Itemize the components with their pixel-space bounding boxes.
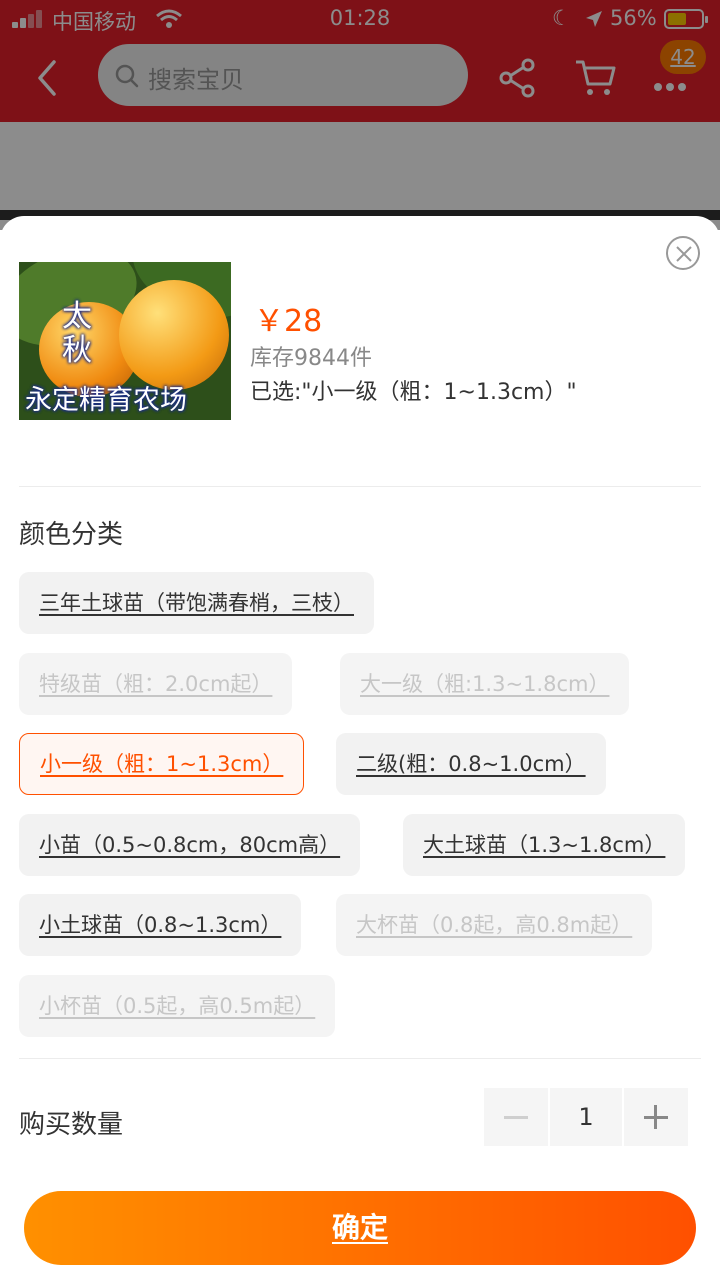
spec-option: 大杯苗（0.8起，高0.8m起） bbox=[336, 894, 653, 956]
search-input[interactable]: 搜索宝贝 bbox=[98, 44, 468, 106]
image-caption-top: 太 秋 bbox=[62, 299, 92, 368]
spec-option-selected[interactable]: 小一级（粗：1~1.3cm） bbox=[19, 733, 305, 795]
spec-option[interactable]: 小土球苗（0.8~1.3cm） bbox=[19, 894, 302, 956]
quantity-label: 购买数量 bbox=[19, 1110, 124, 1140]
search-icon bbox=[115, 64, 139, 88]
close-icon[interactable] bbox=[666, 236, 700, 270]
cart-icon[interactable] bbox=[574, 58, 618, 98]
moon-icon: ☾ bbox=[552, 6, 571, 30]
quantity-increase-button[interactable] bbox=[624, 1088, 688, 1146]
spec-option[interactable]: 小苗（0.5~0.8cm，80cm高） bbox=[19, 814, 361, 876]
spec-option[interactable]: 三年土球苗（带饱满春梢，三枝） bbox=[19, 572, 374, 634]
stock-count: 库存9844件 bbox=[250, 346, 372, 371]
quantity-input[interactable]: 1 bbox=[550, 1088, 622, 1146]
share-icon[interactable] bbox=[498, 56, 538, 100]
selected-spec-text: 已选:"小一级（粗：1~1.3cm）" bbox=[250, 380, 577, 405]
spec-option: 大一级（粗:1.3~1.8cm） bbox=[340, 653, 630, 715]
spec-section-title: 颜色分类 bbox=[19, 520, 124, 550]
spec-option[interactable]: 大土球苗（1.3~1.8cm） bbox=[403, 814, 686, 876]
product-price: ￥28 bbox=[254, 304, 323, 339]
quantity-decrease-button[interactable] bbox=[484, 1088, 548, 1146]
confirm-button[interactable]: 确定 bbox=[24, 1191, 696, 1265]
battery-percent: 56% bbox=[610, 6, 657, 30]
spec-option: 特级苗（粗：2.0cm起） bbox=[19, 653, 293, 715]
location-arrow-icon bbox=[586, 11, 602, 27]
message-count-badge: 42 bbox=[660, 40, 706, 74]
product-image[interactable]: 太 秋 永定精育农场 bbox=[19, 262, 231, 420]
nav-bar: 搜索宝贝 bbox=[0, 38, 720, 122]
search-placeholder: 搜索宝贝 bbox=[148, 66, 244, 94]
sku-bottom-sheet: 太 秋 永定精育农场 ￥28 库存9844件 已选:"小一级（粗：1~1.3cm… bbox=[0, 216, 720, 1280]
battery-icon bbox=[664, 9, 708, 29]
divider bbox=[19, 486, 701, 487]
spec-option: 小杯苗（0.5起，高0.5m起） bbox=[19, 975, 336, 1037]
spec-option[interactable]: 二级(粗：0.8~1.0cm） bbox=[336, 733, 606, 795]
image-caption-bottom: 永定精育农场 bbox=[25, 385, 187, 416]
back-arrow-icon[interactable] bbox=[28, 56, 68, 100]
status-bar: 中国移动 01:28 ☾ 56% bbox=[0, 0, 720, 38]
divider bbox=[19, 1058, 701, 1059]
product-page-background: 中国移动 01:28 ☾ 56% 搜索宝贝 42 bbox=[0, 0, 720, 220]
